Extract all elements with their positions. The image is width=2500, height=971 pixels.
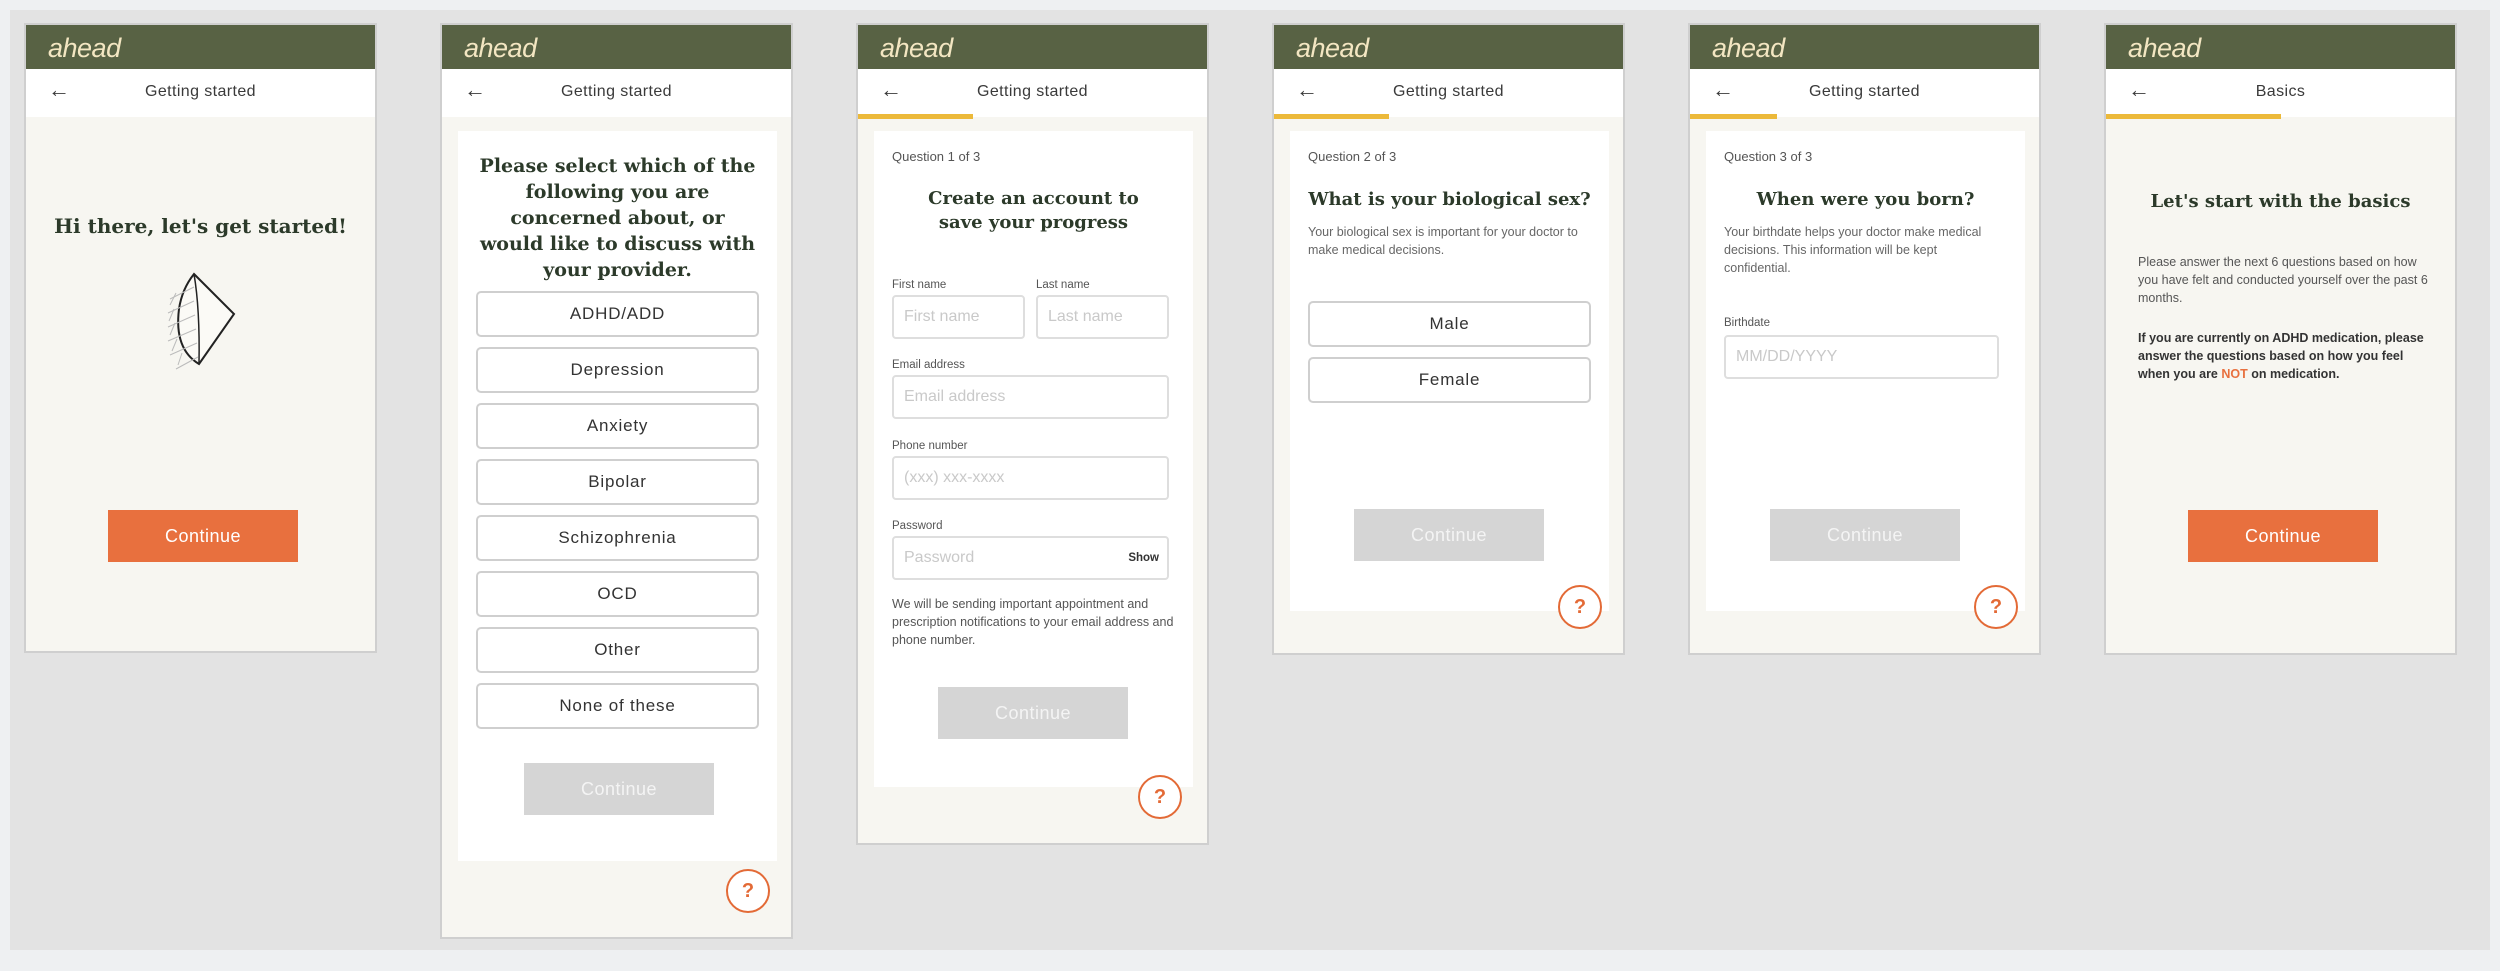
show-password-button[interactable]: Show	[1128, 538, 1159, 578]
last-name-label: Last name	[1036, 279, 1090, 291]
welcome-title: Hi there, let's get started!	[54, 214, 347, 238]
password-input[interactable]: Password Show	[892, 536, 1169, 580]
basics-intro: Please answer the next 6 questions based…	[2138, 255, 2428, 305]
help-icon[interactable]: ?	[1138, 775, 1182, 819]
screen-biological-sex: ahead ← Getting started Question 2 of 3 …	[1272, 23, 1625, 655]
email-input[interactable]: Email address	[892, 375, 1169, 419]
question-title: Create an account to save your progress	[928, 188, 1139, 233]
content-card: Question 1 of 3 Create an account to sav…	[874, 131, 1193, 787]
basics-title: Let's start with the basics	[2150, 191, 2411, 212]
progress-bar	[2106, 114, 2281, 119]
brand-header: ahead	[858, 25, 1207, 69]
last-name-input[interactable]: Last name	[1036, 295, 1169, 339]
nav-bar: ← Getting started	[1690, 69, 2039, 119]
continue-button[interactable]: Continue	[1354, 509, 1544, 561]
question-counter: Question 1 of 3	[892, 149, 981, 164]
nav-title: Getting started	[1809, 83, 1920, 100]
basics-medication-note: If you are currently on ADHD medication,…	[2138, 329, 2433, 383]
nav-title: Getting started	[145, 83, 256, 100]
email-label: Email address	[892, 359, 965, 371]
first-name-label: First name	[892, 279, 947, 291]
question-subtext: Your birthdate helps your doctor make me…	[1724, 225, 1982, 275]
ahead-logo: ahead	[1296, 33, 1369, 63]
option-none-of-these[interactable]: None of these	[476, 683, 759, 729]
content-card: Please select which of the following you…	[458, 131, 777, 861]
nav-title: Basics	[2255, 83, 2306, 100]
password-placeholder: Password	[904, 549, 975, 566]
help-icon[interactable]: ?	[726, 869, 770, 913]
continue-button[interactable]: Continue	[2188, 510, 2378, 562]
brand-header: ahead	[442, 25, 791, 69]
question-title: What is your biological sex?	[1308, 189, 1591, 210]
content-card: Question 2 of 3 What is your biological …	[1290, 131, 1609, 611]
nav-title: Getting started	[561, 83, 672, 100]
option-male[interactable]: Male	[1308, 301, 1591, 347]
option-schizophrenia[interactable]: Schizophrenia	[476, 515, 759, 561]
question-counter: Question 3 of 3	[1724, 149, 1813, 164]
continue-button[interactable]: Continue	[938, 687, 1128, 739]
option-depression[interactable]: Depression	[476, 347, 759, 393]
nav-bar: ← Getting started	[858, 69, 1207, 119]
screen-welcome: ahead ← Getting started Hi there, let's …	[24, 23, 377, 653]
birthdate-label: Birthdate	[1724, 317, 1771, 329]
question-subtext: Your biological sex is important for you…	[1308, 225, 1578, 257]
ahead-logo: ahead	[48, 33, 121, 63]
ahead-logo: ahead	[1712, 33, 1785, 63]
question-title: When were you born?	[1756, 189, 1975, 210]
notification-note: We will be sending important appointment…	[892, 597, 1174, 647]
option-adhd[interactable]: ADHD/ADD	[476, 291, 759, 337]
ahead-logo: ahead	[880, 33, 953, 63]
birthdate-input[interactable]: MM/DD/YYYY	[1724, 335, 1999, 379]
help-icon[interactable]: ?	[1974, 585, 2018, 629]
option-female[interactable]: Female	[1308, 357, 1591, 403]
ahead-logo: ahead	[464, 33, 537, 63]
screen-create-account: ahead ← Getting started Question 1 of 3 …	[856, 23, 1209, 845]
progress-bar	[858, 114, 974, 119]
not-highlight: NOT	[2221, 367, 2248, 381]
help-icon[interactable]: ?	[1558, 585, 1602, 629]
continue-button[interactable]: Continue	[108, 510, 298, 562]
leaf-folded-illustration	[167, 272, 236, 370]
brand-header: ahead	[26, 25, 375, 69]
password-label: Password	[892, 520, 943, 532]
content-card: Question 3 of 3 When were you born? Your…	[1706, 131, 2025, 611]
nav-bar: ← Basics	[2106, 69, 2455, 119]
medication-note-end: on medication.	[2247, 367, 2340, 381]
progress-bar	[1690, 114, 1778, 119]
brand-header: ahead	[1274, 25, 1623, 69]
nav-bar: ← Getting started	[26, 69, 375, 117]
artboard-canvas: ahead ← Getting started Hi there, let's …	[10, 10, 2490, 950]
screen-concerns: ahead ← Getting started Please select wh…	[440, 23, 793, 939]
nav-bar: ← Getting started	[442, 69, 791, 117]
option-ocd[interactable]: OCD	[476, 571, 759, 617]
ahead-logo: ahead	[2128, 33, 2201, 63]
question-title: Please select which of the following you…	[479, 155, 756, 281]
progress-bar	[1274, 114, 1390, 119]
nav-title: Getting started	[1393, 83, 1504, 100]
nav-bar: ← Getting started	[1274, 69, 1623, 119]
screen-birthdate: ahead ← Getting started Question 3 of 3 …	[1688, 23, 2041, 655]
continue-button[interactable]: Continue	[1770, 509, 1960, 561]
nav-title: Getting started	[977, 83, 1088, 100]
phone-input[interactable]: (xxx) xxx-xxxx	[892, 456, 1169, 500]
option-anxiety[interactable]: Anxiety	[476, 403, 759, 449]
option-bipolar[interactable]: Bipolar	[476, 459, 759, 505]
phone-label: Phone number	[892, 440, 968, 452]
question-counter: Question 2 of 3	[1308, 149, 1397, 164]
brand-header: ahead	[2106, 25, 2455, 69]
screen-basics: ahead ← Basics Let's start with the basi…	[2104, 23, 2457, 655]
brand-header: ahead	[1690, 25, 2039, 69]
continue-button[interactable]: Continue	[524, 763, 714, 815]
first-name-input[interactable]: First name	[892, 295, 1025, 339]
option-other[interactable]: Other	[476, 627, 759, 673]
